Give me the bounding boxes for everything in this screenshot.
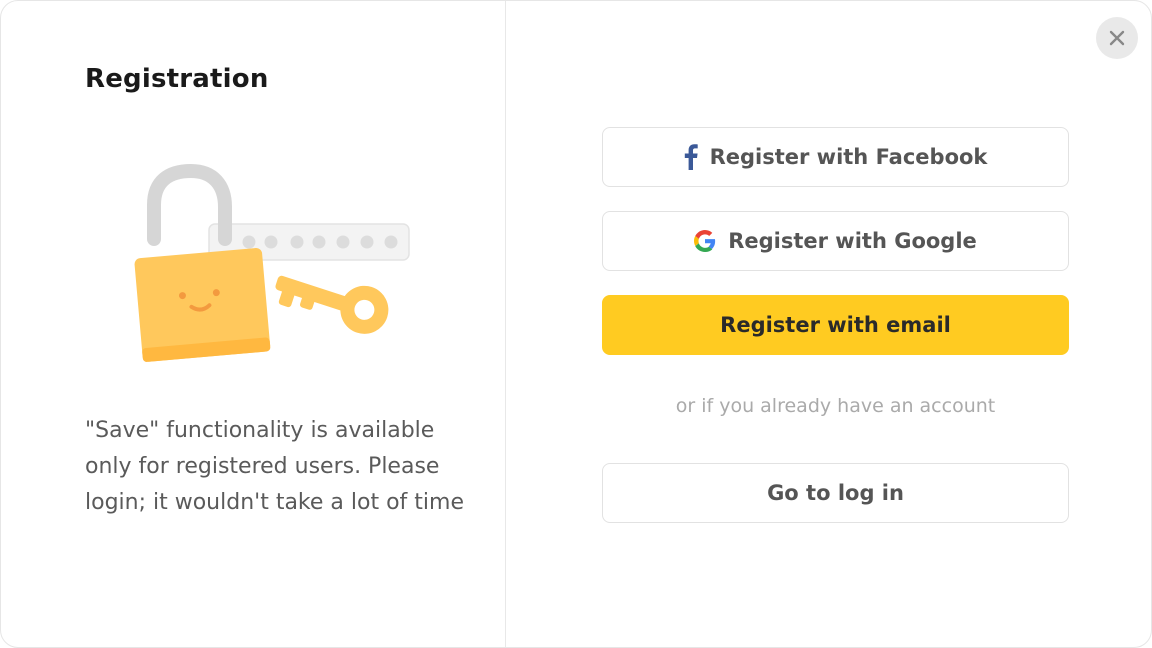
register-email-button[interactable]: Register with email [602, 295, 1069, 355]
info-panel: Registration "Save" functionality is ava… [1, 1, 506, 647]
existing-account-text: or if you already have an account [675, 395, 996, 417]
register-email-label: Register with email [720, 313, 951, 337]
lock-key-illustration [121, 161, 421, 371]
close-icon [1109, 30, 1125, 46]
facebook-icon [684, 144, 698, 170]
google-icon [694, 230, 716, 252]
register-google-button[interactable]: Register with Google [602, 211, 1069, 271]
register-google-label: Register with Google [728, 229, 977, 253]
register-facebook-label: Register with Facebook [709, 145, 988, 169]
register-facebook-button[interactable]: Register with Facebook [602, 127, 1069, 187]
registration-dialog: Registration "Save" functionality is ava… [0, 0, 1152, 648]
save-info-text: "Save" functionality is available only f… [85, 418, 464, 515]
go-to-login-button[interactable]: Go to log in [602, 463, 1069, 523]
close-button[interactable] [1096, 17, 1138, 59]
dialog-title: Registration [85, 64, 269, 94]
go-to-login-label: Go to log in [767, 481, 904, 505]
